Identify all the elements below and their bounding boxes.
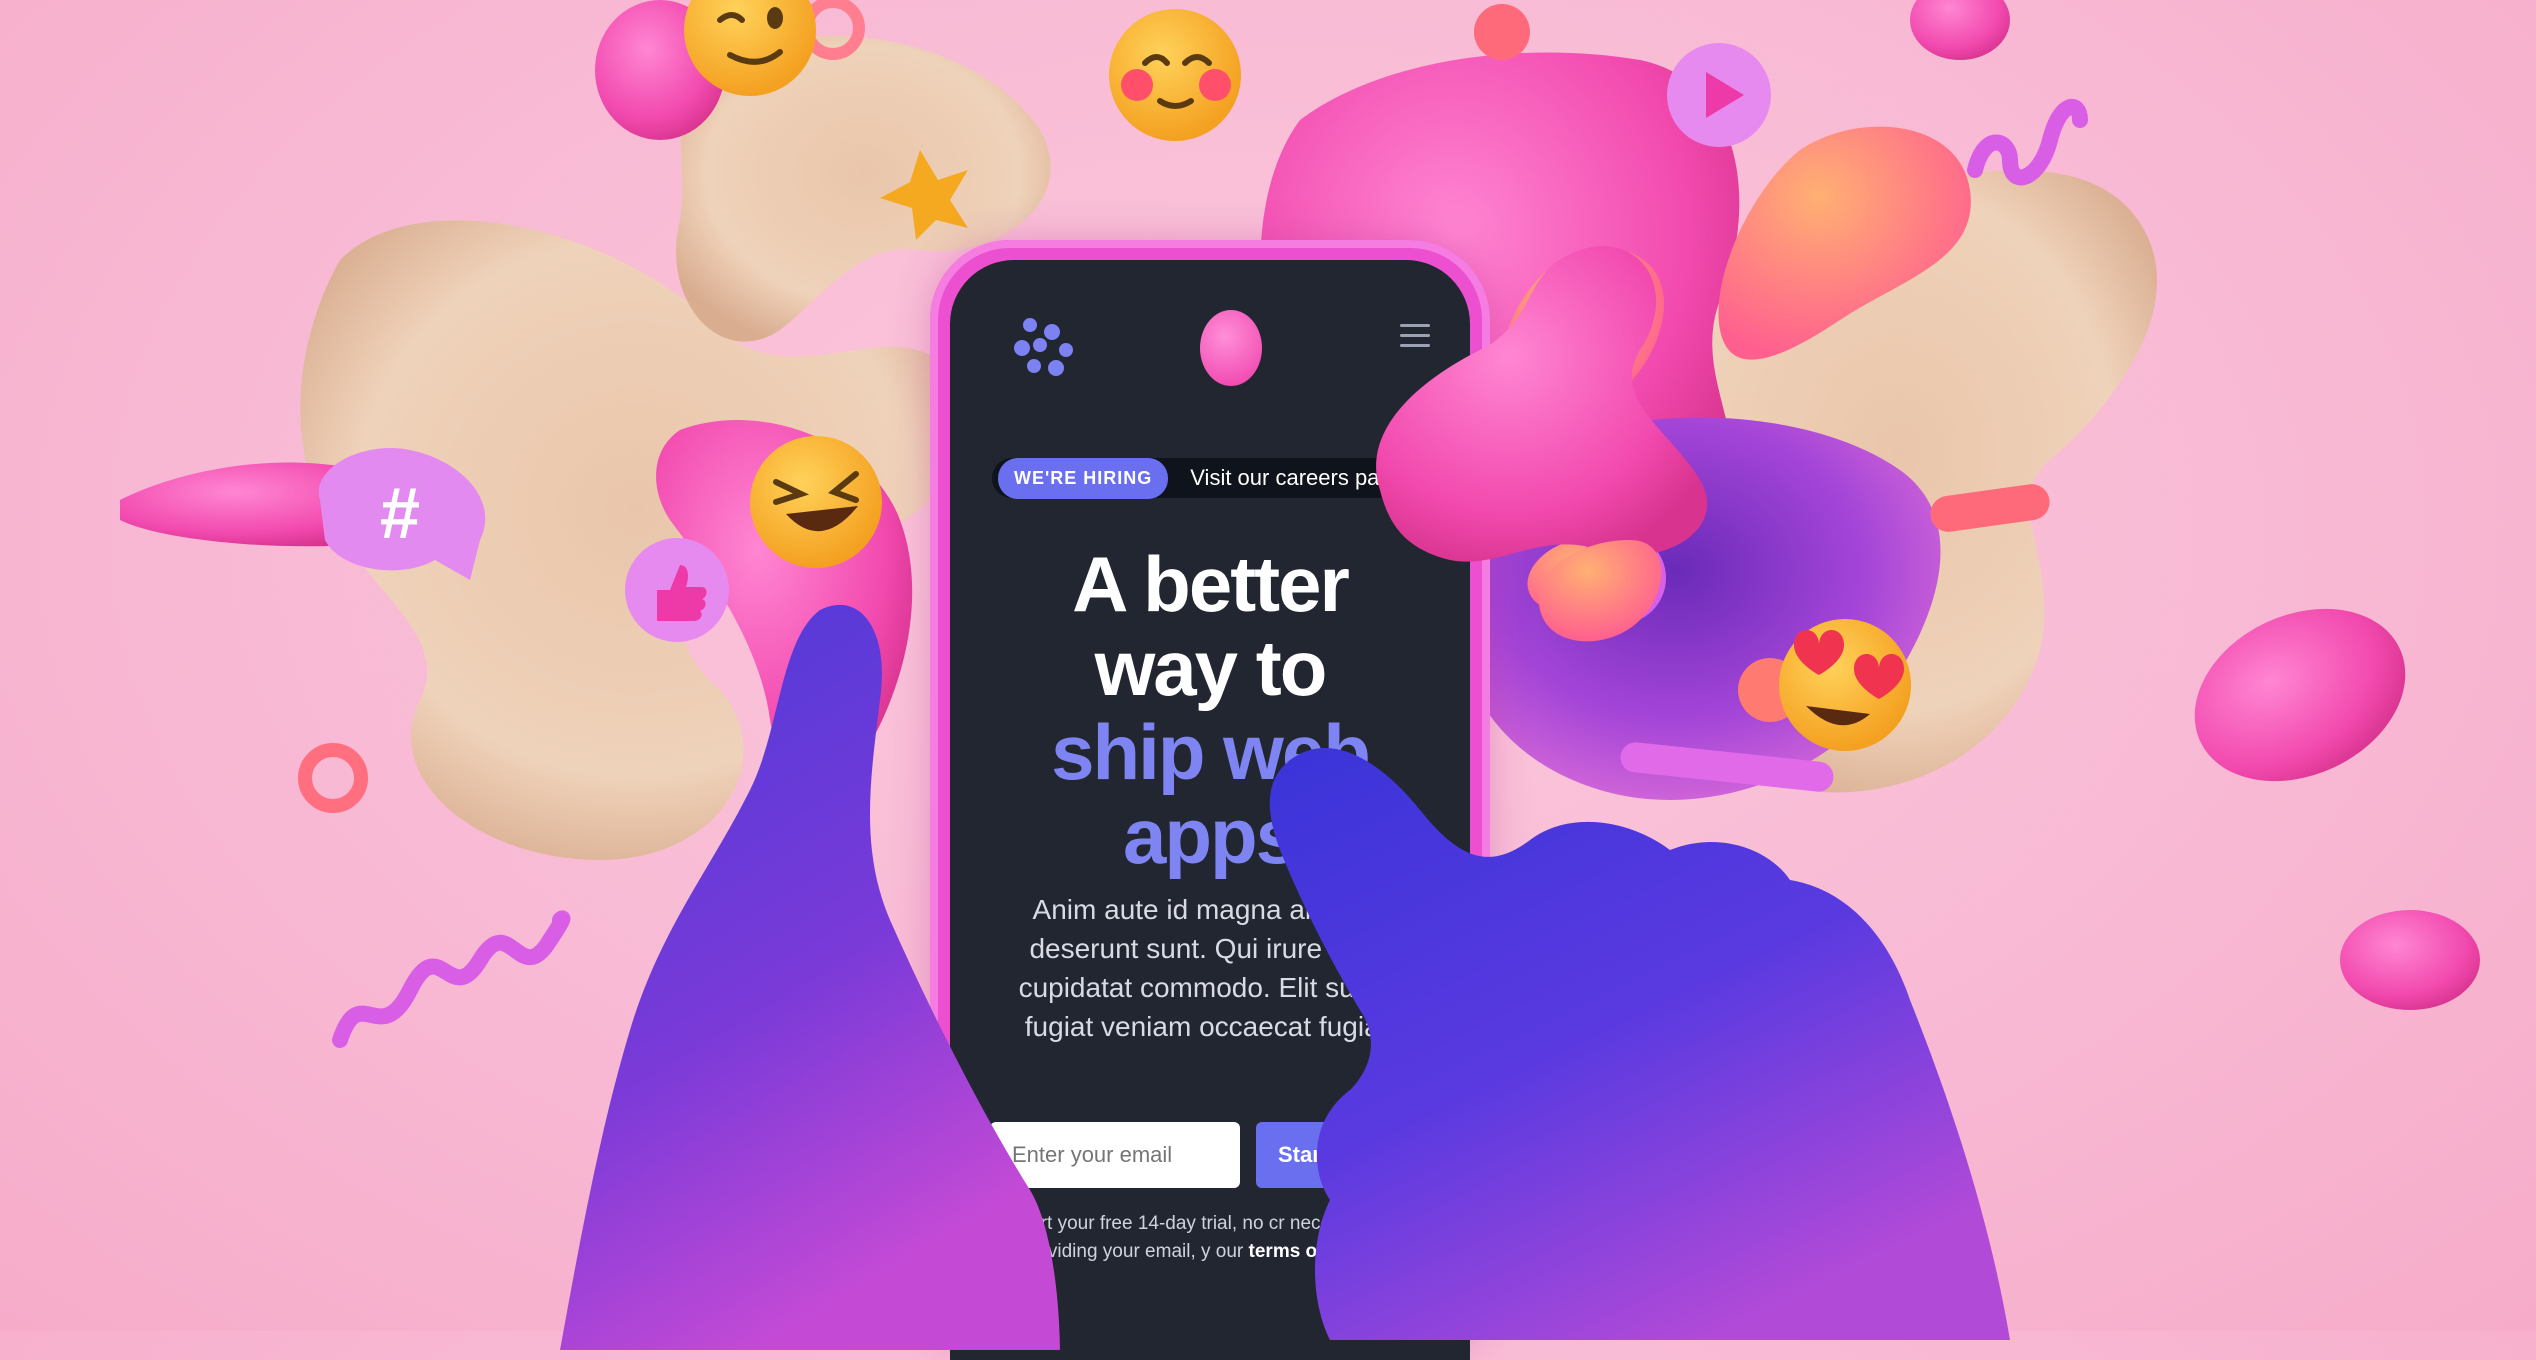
- illustration-scene: # WE'RE HIRING Visit our careers pa A be…: [0, 0, 2536, 1360]
- blush-emoji-icon: [1109, 9, 1241, 141]
- app-logo-icon[interactable]: [1010, 310, 1080, 380]
- laughing-emoji-icon: [750, 436, 882, 568]
- play-button-icon: [1667, 43, 1771, 147]
- hiring-announcement[interactable]: WE'RE HIRING Visit our careers pa: [992, 457, 1400, 499]
- hiring-badge: WE'RE HIRING: [998, 457, 1169, 499]
- left-hand: [560, 604, 1060, 1350]
- right-hand: [1269, 748, 2010, 1340]
- floating-pink-blob: [1200, 310, 1262, 386]
- svg-text:#: #: [380, 474, 420, 554]
- hashtag-bubble-icon: #: [318, 448, 486, 580]
- heart-eyes-emoji-icon: [1779, 619, 1911, 751]
- foreground-orange-blob: [1538, 540, 1662, 642]
